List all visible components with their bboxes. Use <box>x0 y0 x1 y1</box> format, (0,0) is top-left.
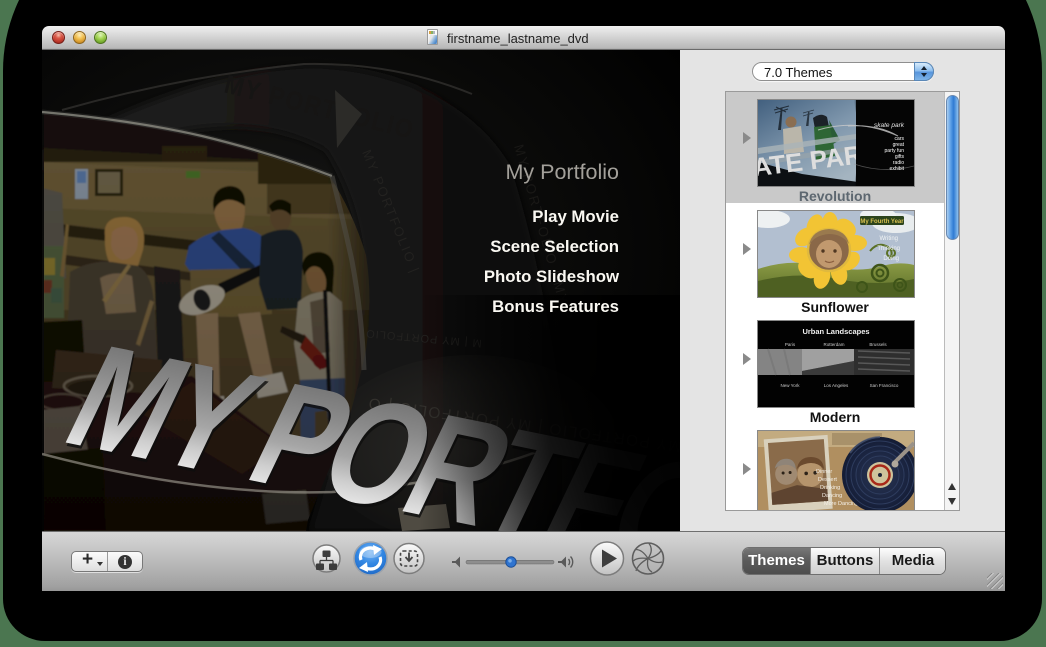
svg-text:Bonus Features: Bonus Features <box>492 297 619 316</box>
svg-text:exhibit: exhibit <box>890 166 905 172</box>
svg-text:Drinking: Drinking <box>820 485 840 491</box>
svg-text:New York: New York <box>780 383 800 388</box>
svg-text:My Fourth Year: My Fourth Year <box>860 219 904 225</box>
svg-text:Brussels: Brussels <box>869 342 887 347</box>
svg-text:Dinner: Dinner <box>816 469 832 475</box>
svg-text:Thinking: Thinking <box>877 246 900 252</box>
svg-text:Los Angeles: Los Angeles <box>824 383 849 388</box>
svg-text:Play Movie: Play Movie <box>532 207 619 226</box>
svg-text:Dancing: Dancing <box>822 493 842 499</box>
svg-text:San Francisco: San Francisco <box>870 383 899 388</box>
svg-text:Paris: Paris <box>785 342 796 347</box>
svg-text:My Portfolio: My Portfolio <box>505 160 619 184</box>
svg-text:More Dancing: More Dancing <box>824 501 858 507</box>
svg-text:skate park: skate park <box>874 122 905 129</box>
svg-text:Photo Slideshow: Photo Slideshow <box>484 267 620 286</box>
svg-text:Writing: Writing <box>879 236 898 242</box>
svg-text:Urban Landscapes: Urban Landscapes <box>802 327 869 336</box>
svg-text:Doing: Doing <box>883 256 899 262</box>
svg-text:Scene Selection: Scene Selection <box>490 237 619 256</box>
svg-text:Rotterdam: Rotterdam <box>823 342 844 347</box>
svg-text:Dessert: Dessert <box>818 477 837 483</box>
